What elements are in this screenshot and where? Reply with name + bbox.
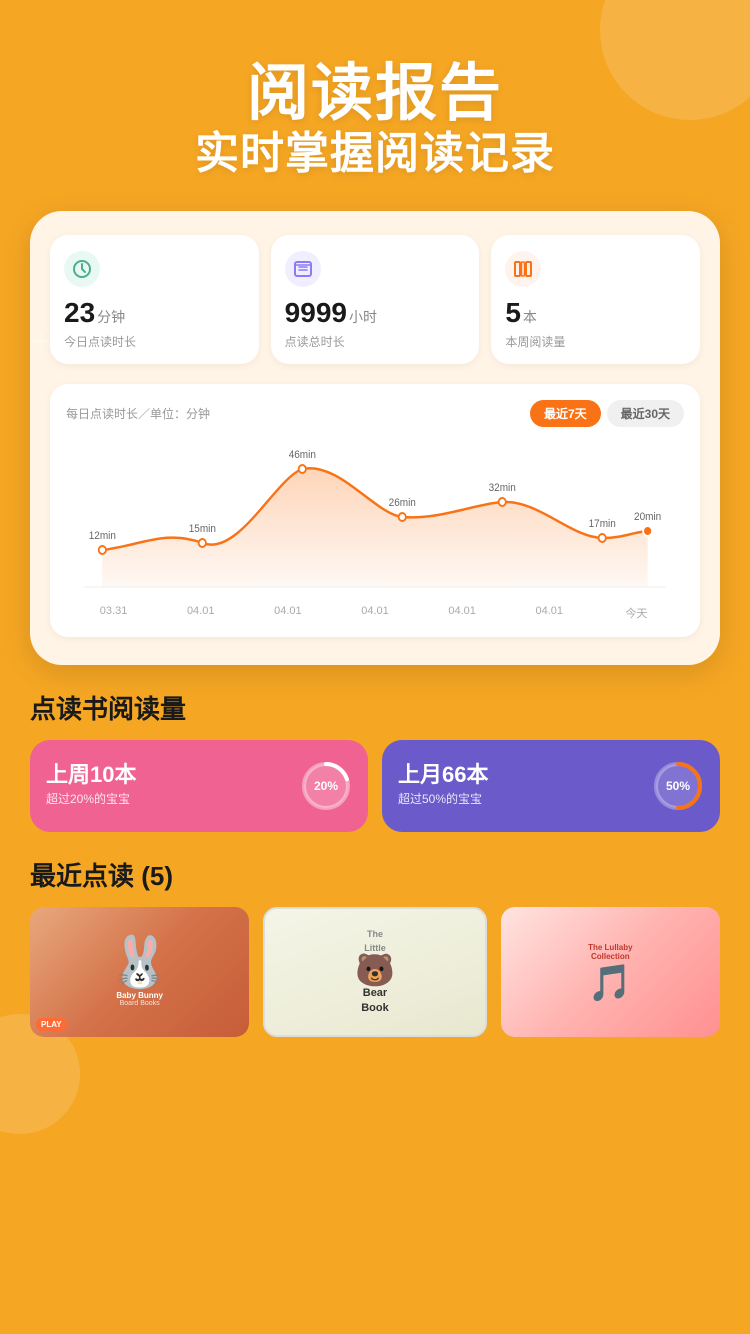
stat-card-daily: 23分钟 今日点读时长 [50,235,259,364]
book-2-content: The Little 🐻 Bear Book [355,929,395,1015]
reading-card-weekly[interactable]: 上周10本 超过20%的宝宝 20% [30,740,368,832]
chart-dot-7 [643,526,652,536]
progress-circle-weekly: 20% [300,760,352,812]
book-item-1[interactable]: 🐰 Baby Bunny Board Books PLAY [30,907,249,1037]
chart-card: 每日点读时长／单位：分钟 最近7天 最近30天 [50,384,700,637]
chart-fill [102,468,647,587]
progress-circle-monthly: 50% [652,760,704,812]
chart-tabs: 最近7天 最近30天 [530,400,684,427]
chart-tab-30days[interactable]: 最近30天 [607,400,684,427]
chart-header: 每日点读时长／单位：分钟 最近7天 最近30天 [66,400,684,427]
book-1-title-overlay: Baby Bunny [109,991,171,1000]
chart-val-5: 32min [489,482,516,495]
reading-card-weekly-desc: 超过20%的宝宝 [46,790,136,807]
reading-card-monthly[interactable]: 上月66本 超过50%的宝宝 50% [382,740,720,832]
chart-x-1: 03.31 [70,605,157,621]
recent-books: 🐰 Baby Bunny Board Books PLAY The Little… [30,907,720,1037]
chart-val-3: 46min [289,449,316,462]
book-shelf-icon [505,251,541,287]
progress-label-monthly: 50% [666,779,690,793]
chart-val-1: 12min [89,530,116,543]
stat-value-daily: 23分钟 [64,297,245,329]
reading-volume-title: 点读书阅读量 [30,689,720,726]
chart-axis-label: 每日点读时长／单位：分钟 [66,405,210,422]
bg-plus-icon: + [30,320,51,362]
book-2-the: The [355,929,395,941]
book-3-title-top2: Collection [588,952,633,961]
chart-svg: 12min 15min 46min 26min 32min 17min 20mi… [66,439,684,599]
book-3-title-top: The Lullaby [588,943,633,952]
chart-tab-7days[interactable]: 最近7天 [530,400,601,427]
book-1-content: 🐰 Baby Bunny Board Books [109,937,171,1007]
chart-x-2: 04.01 [157,605,244,621]
book-badge-play: PLAY [36,1018,67,1031]
chart-x-7: 今天 [593,605,680,621]
recent-reading-title: 最近点读 (5) [30,856,720,893]
book-item-2[interactable]: The Little 🐻 Bear Book [263,907,486,1037]
chart-dot-1 [99,546,106,554]
book-3-content: The Lullaby Collection 🎵 [588,943,633,1001]
reading-card-monthly-desc: 超过50%的宝宝 [398,790,488,807]
chart-dot-2 [199,539,206,547]
book-2-bear: Bear [355,986,395,1000]
chart-val-6: 17min [589,518,616,531]
chart-x-labels: 03.31 04.01 04.01 04.01 04.01 04.01 今天 [66,605,684,621]
chart-dot-6 [599,534,606,542]
header-subtitle: 实时掌握阅读记录 [0,128,750,181]
stat-card-total: 9999小时 点读总时长 [271,235,480,364]
chart-x-5: 04.01 [419,605,506,621]
reading-card-monthly-text: 上月66本 超过50%的宝宝 [398,764,488,807]
book-1-subtitle-overlay: Board Books [109,1000,171,1007]
stat-label-total: 点读总时长 [285,333,466,350]
reading-card-weekly-text: 上周10本 超过20%的宝宝 [46,764,136,807]
book-item-3[interactable]: The Lullaby Collection 🎵 [501,907,720,1037]
reading-card-monthly-count: 上月66本 [398,764,488,786]
chart-val-7: 20min [634,511,661,524]
chart-area: 12min 15min 46min 26min 32min 17min 20mi… [66,439,684,599]
stat-label-daily: 今日点读时长 [64,333,245,350]
stat-label-weekly: 本周阅读量 [505,333,686,350]
book-2-book: Book [355,1001,395,1015]
stats-row: 23分钟 今日点读时长 9999小时 点读总时长 [50,235,700,364]
bunny-icon: 🐰 [109,937,171,987]
stat-card-weekly: 5本 本周阅读量 [491,235,700,364]
chart-dot-5 [499,498,506,506]
reading-card-weekly-count: 上周10本 [46,764,136,786]
chart-dot-4 [399,513,406,521]
bear-icon: 🐻 [355,954,395,986]
progress-label-weekly: 20% [314,779,338,793]
lullaby-icon: 🎵 [588,965,633,1001]
main-card: 23分钟 今日点读时长 9999小时 点读总时长 [30,211,720,665]
chart-x-6: 04.01 [506,605,593,621]
chart-dot-3 [299,465,306,473]
stat-value-total: 9999小时 [285,297,466,329]
clock-icon [64,251,100,287]
chart-x-4: 04.01 [331,605,418,621]
reading-volume-cards: 上周10本 超过20%的宝宝 20% 上月66本 超过50%的宝宝 50% [30,740,720,832]
stat-value-weekly: 5本 [505,297,686,329]
calendar-icon [285,251,321,287]
chart-val-4: 26min [389,497,416,510]
chart-val-2: 15min [189,523,216,536]
chart-x-3: 04.01 [244,605,331,621]
